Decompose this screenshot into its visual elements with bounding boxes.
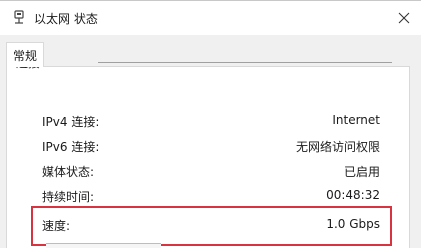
ipv4-connectivity-value: Internet [332,113,380,127]
duration-value: 00:48:32 [326,188,380,202]
ipv4-connectivity-label: IPv4 连接: [42,115,100,129]
speed-value: 1.0 Gbps [326,217,380,231]
duration-row: 持续时间: 00:48:32 [42,188,380,206]
tab-general[interactable]: 常规 [6,42,44,67]
group-divider [98,62,392,63]
title-bar[interactable]: 以太网 状态 [0,1,421,35]
window-title: 以太网 状态 [34,12,98,26]
close-button[interactable] [387,1,421,35]
media-state-value: 已启用 [343,165,380,179]
network-adapter-icon [12,10,26,26]
duration-label: 持续时间: [42,190,95,204]
speed-label: 速度: [42,219,71,233]
details-button-partial[interactable] [46,243,161,248]
ipv6-connectivity-row: IPv6 连接: 无网络访问权限 [42,138,380,156]
ipv6-connectivity-label: IPv6 连接: [42,140,100,154]
ipv4-connectivity-row: IPv4 连接: Internet [42,113,380,131]
media-state-label: 媒体状态: [42,165,95,179]
speed-row: 速度: 1.0 Gbps [42,217,380,235]
media-state-row: 媒体状态: 已启用 [42,163,380,181]
tab-label: 常规 [12,48,37,63]
ethernet-status-window: 以太网 状态 常规 连接 IPv4 连接: Internet IPv6 连接: … [0,0,421,248]
ipv6-connectivity-value: 无网络访问权限 [295,140,380,154]
close-icon [398,12,410,24]
